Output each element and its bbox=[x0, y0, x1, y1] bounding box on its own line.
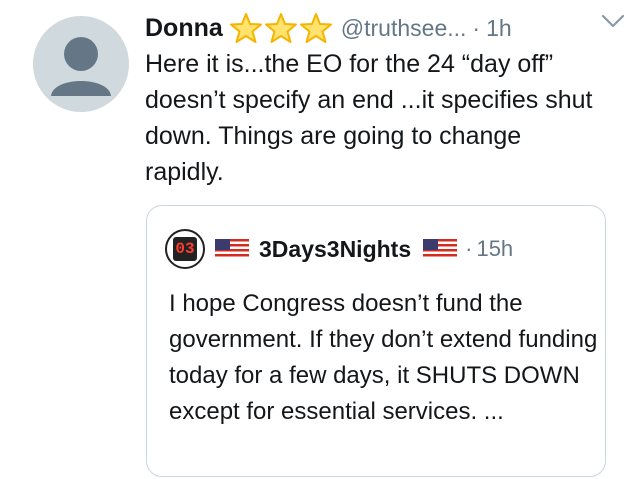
quoted-tweet-header: 03 3Days3Nights · 15h bbox=[165, 229, 513, 269]
quoted-author-avatar: 03 bbox=[165, 229, 205, 269]
tweet: Donna @truthsee... · 1h Here it is...the… bbox=[145, 10, 625, 190]
star-icon bbox=[229, 13, 262, 43]
author-name[interactable]: Donna bbox=[145, 14, 223, 43]
avatar-logo-text: 03 bbox=[173, 237, 197, 261]
separator-dot: · bbox=[472, 14, 481, 41]
quoted-tweet[interactable]: 03 3Days3Nights · 15h I hope Congress do… bbox=[146, 205, 606, 477]
quoted-tweet-text: I hope Congress doesn’t fund the governm… bbox=[169, 290, 598, 425]
quoted-author-name: 3Days3Nights bbox=[259, 235, 412, 262]
separator-dot: · bbox=[465, 236, 473, 261]
us-flag-icon bbox=[215, 239, 249, 259]
star-icon bbox=[264, 13, 297, 43]
chevron-down-icon[interactable] bbox=[600, 12, 626, 30]
author-avatar[interactable] bbox=[33, 16, 129, 112]
us-flag-icon bbox=[423, 239, 458, 259]
default-avatar-icon bbox=[51, 37, 111, 96]
quoted-tweet-time: 15h bbox=[476, 236, 514, 261]
tweet-time[interactable]: 1h bbox=[486, 15, 512, 42]
author-handle[interactable]: @truthsee... bbox=[341, 15, 467, 42]
star-emojis bbox=[229, 12, 333, 44]
tweet-header: Donna @truthsee... · 1h bbox=[145, 10, 625, 46]
star-icon bbox=[299, 13, 332, 43]
tweet-text: Here it is...the EO for the 24 “day off”… bbox=[145, 50, 593, 186]
